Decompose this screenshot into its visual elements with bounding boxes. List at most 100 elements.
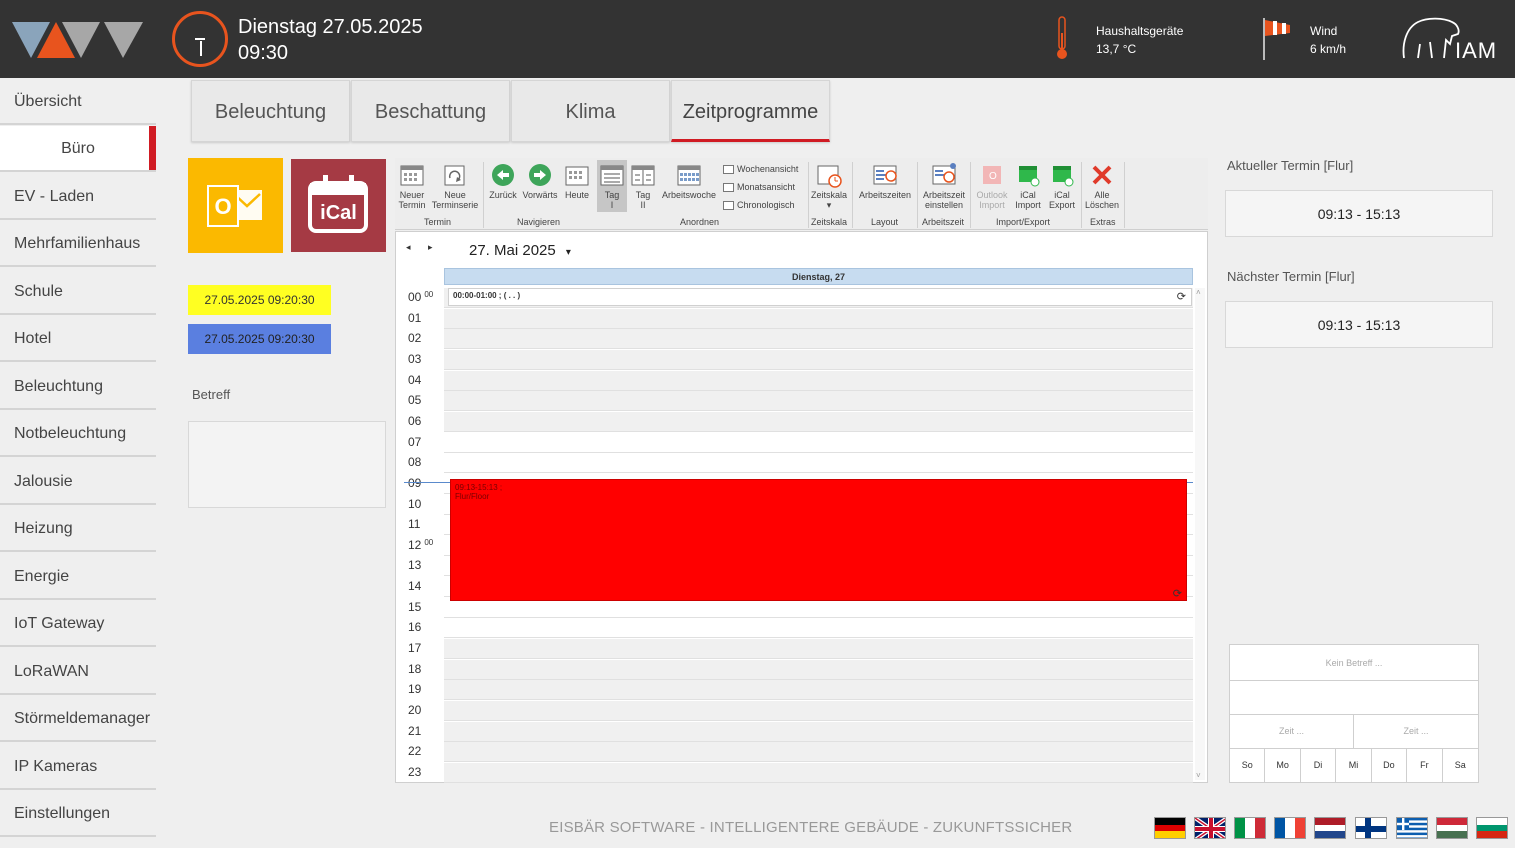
hour-row[interactable] — [444, 349, 1193, 370]
calendar-event-small[interactable]: 00:00-01:00 ; ( . . ) ⟳ — [448, 288, 1192, 306]
sidebar-item-stoermeldemanager[interactable]: Störmeldemanager — [0, 696, 156, 742]
hour-row[interactable] — [444, 762, 1193, 783]
forward-button[interactable]: Vorwärts — [521, 162, 559, 200]
sidebar-item-heizung[interactable]: Heizung — [0, 506, 156, 552]
back-button[interactable]: Zurück — [487, 162, 519, 200]
weekday-toggle[interactable]: Do — [1372, 749, 1408, 782]
hour-row[interactable] — [444, 391, 1193, 412]
month-view-icon — [723, 183, 734, 193]
new-appointment-button[interactable]: Neuer Termin — [397, 162, 427, 210]
worktimes-button[interactable]: Arbeitszeiten — [855, 162, 915, 200]
sidebar-item-hotel[interactable]: Hotel — [0, 316, 156, 362]
flag-gr-icon[interactable] — [1396, 817, 1428, 839]
workweek-button[interactable]: Arbeitswoche — [659, 162, 719, 200]
delete-all-button[interactable]: Alle Löschen — [1084, 162, 1120, 210]
hour-row[interactable] — [444, 329, 1193, 350]
scroll-down-icon[interactable]: ˅ — [1196, 771, 1201, 780]
day1-view-button[interactable]: Tag I — [597, 160, 627, 212]
tab-klima[interactable]: Klima — [511, 80, 670, 142]
back-label: Zurück — [489, 190, 517, 200]
sidebar-item-einstellungen[interactable]: Einstellungen — [0, 791, 156, 837]
widget-time-start[interactable]: Zeit ... — [1230, 715, 1354, 748]
flag-it-icon[interactable] — [1234, 817, 1266, 839]
ical-export-button[interactable]: iCal Export — [1046, 162, 1078, 210]
sidebar-item-buero[interactable]: Büro — [0, 126, 156, 172]
ical-import-button[interactable]: iCal Import — [1012, 162, 1044, 210]
chrono-view-button[interactable]: Chronologisch — [723, 200, 795, 211]
brand-logo — [12, 22, 143, 58]
arrow-left-icon — [492, 164, 514, 186]
sidebar-item-ev-laden[interactable]: EV - Laden — [0, 174, 156, 220]
sidebar-item-beleuchtung[interactable]: Beleuchtung — [0, 364, 156, 410]
hour-row[interactable] — [444, 721, 1193, 742]
calendar-title[interactable]: 27. Mai 2025 ▾ — [469, 242, 571, 259]
weekday-toggle[interactable]: Di — [1301, 749, 1337, 782]
group-arrange-label: Anordnen — [680, 217, 720, 227]
outlook-button[interactable]: O — [188, 158, 283, 253]
hour-row[interactable] — [444, 370, 1193, 391]
day2-view-button[interactable]: Tag II — [628, 162, 658, 210]
flag-fr-icon[interactable] — [1274, 817, 1306, 839]
flag-de-icon[interactable] — [1154, 817, 1186, 839]
next-arrow-icon[interactable]: ▸ — [428, 242, 433, 252]
tab-beschattung[interactable]: Beschattung — [351, 80, 510, 142]
temperature-widget: Haushaltsgeräte 13,7 °C — [1057, 16, 1200, 62]
week-view-button[interactable]: Wochenansicht — [723, 164, 798, 175]
hour-row[interactable] — [444, 453, 1193, 474]
calendar-event-main[interactable]: 09:13-15:13 ; Flur/Floor ⟳ — [450, 479, 1187, 601]
sidebar-item-jalousie[interactable]: Jalousie — [0, 459, 156, 505]
hour-label-text: 06 — [408, 413, 422, 428]
today-button[interactable]: Heute — [562, 162, 592, 200]
sidebar-item-schule[interactable]: Schule — [0, 269, 156, 315]
worktime-set-button[interactable]: Arbeitszeit einstellen — [919, 162, 969, 210]
worktimes-icon — [873, 165, 897, 185]
tab-zeitprogramme[interactable]: Zeitprogramme — [671, 80, 830, 142]
ical-label: iCal — [320, 202, 357, 224]
hour-label: 13 — [408, 558, 421, 572]
sidebar-item-uebersicht[interactable]: Übersicht — [0, 79, 156, 125]
timescale-button[interactable]: Zeitskala ▾ — [810, 162, 848, 210]
weekday-toggle[interactable]: Mi — [1336, 749, 1372, 782]
sidebar-item-mehrfamilienhaus[interactable]: Mehrfamilienhaus — [0, 221, 156, 267]
widget-subject[interactable]: Kein Betreff ... — [1230, 645, 1478, 681]
calendar-title-text: 27. Mai 2025 — [469, 242, 556, 259]
calendar-scrollbar[interactable]: ˄ ˅ — [1195, 288, 1205, 780]
hour-row[interactable] — [444, 432, 1193, 453]
weekday-toggle[interactable]: Sa — [1443, 749, 1478, 782]
flag-bg-icon[interactable] — [1476, 817, 1508, 839]
hour-label-text: 19 — [408, 682, 422, 697]
month-view-button[interactable]: Monatsansicht — [723, 182, 795, 193]
flag-uk-icon[interactable] — [1194, 817, 1226, 839]
hour-row[interactable] — [444, 308, 1193, 329]
thermometer-icon — [1057, 16, 1067, 59]
sidebar-item-notbeleuchtung[interactable]: Notbeleuchtung — [0, 411, 156, 457]
sidebar-item-ip-kameras[interactable]: IP Kameras — [0, 744, 156, 790]
scroll-up-icon[interactable]: ˄ — [1196, 288, 1201, 297]
flag-hu-icon[interactable] — [1436, 817, 1468, 839]
weekday-toggle[interactable]: Mo — [1265, 749, 1301, 782]
hour-row[interactable] — [444, 742, 1193, 763]
sidebar-item-energie[interactable]: Energie — [0, 554, 156, 600]
hour-row[interactable] — [444, 411, 1193, 432]
weekday-toggle[interactable]: So — [1230, 749, 1266, 782]
hour-row[interactable] — [444, 618, 1193, 639]
hour-label-text: 07 — [408, 434, 422, 449]
prev-arrow-icon[interactable]: ◂ — [406, 242, 411, 252]
tab-beleuchtung[interactable]: Beleuchtung — [191, 80, 350, 142]
flag-fi-icon[interactable] — [1355, 817, 1387, 839]
widget-time-end[interactable]: Zeit ... — [1354, 715, 1478, 748]
flag-nl-icon[interactable] — [1314, 817, 1346, 839]
weekday-toggle[interactable]: Fr — [1407, 749, 1443, 782]
hour-label-text: 22 — [408, 744, 422, 759]
new-series-button[interactable]: Neue Terminserie — [431, 162, 479, 210]
hour-row[interactable] — [444, 639, 1193, 660]
ical-button[interactable]: iCal — [291, 159, 386, 252]
sidebar-item-lorawan[interactable]: LoRaWAN — [0, 649, 156, 695]
hour-row[interactable] — [444, 701, 1193, 721]
hour-label: 04 — [408, 373, 421, 387]
hour-label: 08 — [408, 455, 421, 469]
sidebar-item-iot-gateway[interactable]: IoT Gateway — [0, 601, 156, 647]
hour-row[interactable] — [444, 680, 1193, 701]
outlook-import-button[interactable]: O Outlook Import — [974, 162, 1010, 210]
hour-row[interactable] — [444, 659, 1193, 680]
